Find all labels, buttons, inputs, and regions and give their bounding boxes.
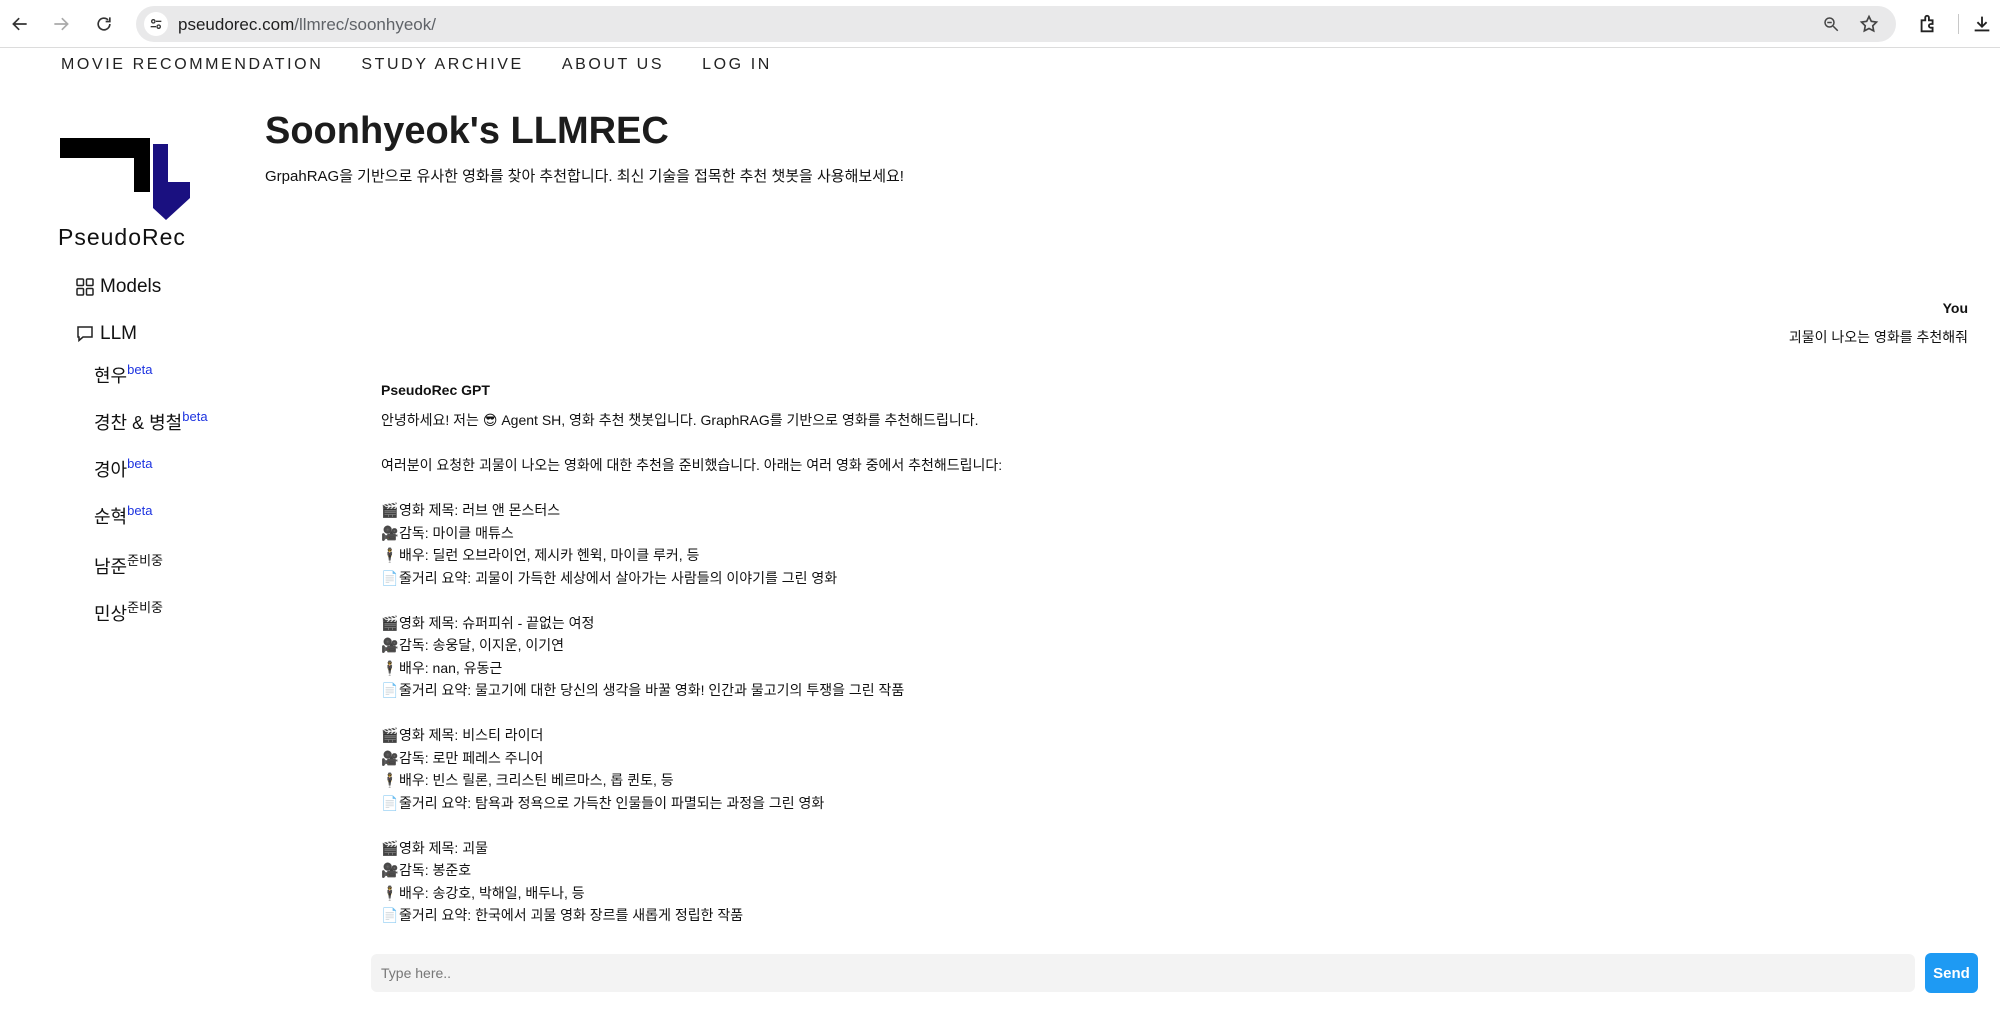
send-button[interactable]: Send xyxy=(1925,953,1978,993)
movie-camera-icon: 🎥 xyxy=(381,524,399,541)
extensions-icon[interactable] xyxy=(1912,8,1944,40)
sidebar-subitem-hyeonwoo[interactable]: 현우beta xyxy=(94,362,152,388)
brand-name[interactable]: PseudoRec xyxy=(58,224,186,251)
nav-about-us[interactable]: ABOUT US xyxy=(562,56,664,74)
movie-summary: 줄거리 요약: 물고기에 대한 당신의 생각을 바꿀 영화! 인간과 물고기의 … xyxy=(399,682,905,698)
person-icon: 🕴 xyxy=(381,659,399,676)
download-icon[interactable] xyxy=(1966,8,1998,40)
bot-intro-text: Agent SH, 영화 추천 챗봇입니다. GraphRAG를 기반으로 영화… xyxy=(497,412,979,428)
clapperboard-icon: 🎬 xyxy=(381,614,399,631)
back-icon[interactable] xyxy=(4,8,36,40)
nav-log-in[interactable]: LOG IN xyxy=(702,56,772,74)
sidebar-item-label: LLM xyxy=(100,323,137,344)
clapperboard-icon: 🎬 xyxy=(381,502,399,518)
sidebar-subitem-gyeonga[interactable]: 경아beta xyxy=(94,456,152,482)
address-bar[interactable]: pseudorec.com/llmrec/soonhyeok/ xyxy=(136,6,1896,42)
preparing-badge: 준비중 xyxy=(127,553,164,568)
document-icon: 📄 xyxy=(381,569,399,586)
url-path: /llmrec/soonhyeok/ xyxy=(294,15,436,34)
toolbar-divider xyxy=(1958,14,1959,34)
nav-movie-recommendation[interactable]: MOVIE RECOMMENDATION xyxy=(61,56,323,74)
bot-intro: 안녕하세요! 저는 😎 Agent SH, 영화 추천 챗봇입니다. Graph… xyxy=(381,409,1002,432)
movie-director: 감독: 로만 페레스 주니어 xyxy=(399,749,544,766)
sidebar-subitem-namjun[interactable]: 남준준비중 xyxy=(94,550,163,579)
person-icon: 🕴 xyxy=(381,547,399,563)
sidebar-subitem-label: 민상 xyxy=(94,604,128,624)
movie-camera-icon: 🎥 xyxy=(381,637,399,653)
person-icon: 🕴 xyxy=(381,772,399,788)
bot-name: PseudoRec GPT xyxy=(381,382,490,398)
document-icon: 📄 xyxy=(381,794,399,811)
movie-director: 감독: 송웅달, 이지운, 이기연 xyxy=(399,637,565,653)
movie-summary: 줄거리 요약: 탐욕과 정욕으로 가득찬 인물들이 파멸되는 과정을 그린 영화 xyxy=(399,794,825,811)
sunglasses-emoji: 😎 xyxy=(482,412,498,428)
movie-camera-icon: 🎥 xyxy=(381,862,399,878)
pseudorec-logo[interactable] xyxy=(60,138,190,220)
reload-icon[interactable] xyxy=(88,8,120,40)
sidebar-subitem-soonhyeok[interactable]: 순혁beta xyxy=(94,503,152,529)
nav-study-archive[interactable]: STUDY ARCHIVE xyxy=(361,56,523,74)
site-settings-icon[interactable] xyxy=(144,12,168,36)
clapperboard-icon: 🎬 xyxy=(381,839,399,856)
chat-input[interactable] xyxy=(371,954,1915,992)
sidebar-subitem-minsang[interactable]: 민상준비중 xyxy=(94,597,163,626)
top-nav: MOVIE RECOMMENDATION STUDY ARCHIVE ABOUT… xyxy=(61,56,772,74)
sidebar-item-models[interactable]: Models xyxy=(76,276,161,298)
clapperboard-icon: 🎬 xyxy=(381,727,399,743)
document-icon: 📄 xyxy=(381,682,399,698)
bot-intro-text: 안녕하세요! 저는 xyxy=(381,412,483,428)
movie-summary: 줄거리 요약: 한국에서 괴물 영화 장르를 새롭게 정립한 작품 xyxy=(399,907,744,923)
sidebar-subitem-label: 순혁 xyxy=(94,507,128,527)
beta-badge: beta xyxy=(127,503,153,518)
sidebar-subitem-label: 경찬 & 병철 xyxy=(94,413,183,433)
movie-director: 감독: 마이클 매튜스 xyxy=(399,524,514,541)
movie-director: 감독: 봉준호 xyxy=(399,862,472,878)
movie-title: 영화 제목: 괴물 xyxy=(399,839,488,856)
movie-camera-icon: 🎥 xyxy=(381,749,399,766)
chat-bubble-icon xyxy=(77,326,93,343)
movie-cast: 배우: 딜런 오브라이언, 제시카 헨윅, 마이클 루커, 등 xyxy=(399,547,700,563)
bot-message: 안녕하세요! 저는 😎 Agent SH, 영화 추천 챗봇입니다. Graph… xyxy=(381,409,1002,949)
beta-badge: beta xyxy=(127,456,153,471)
url-domain: pseudorec.com xyxy=(178,15,295,34)
sidebar-subitem-label: 남준 xyxy=(94,557,128,577)
movie-recommendation: 🎬영화 제목: 슈퍼피쉬 - 끝없는 여정 🎥감독: 송웅달, 이지운, 이기연… xyxy=(381,612,1002,702)
movie-title: 영화 제목: 비스티 라이더 xyxy=(399,727,544,743)
movie-cast: 배우: 빈스 릴론, 크리스틴 베르마스, 롭 퀸토, 등 xyxy=(399,772,674,788)
movie-cast: 배우: 송강호, 박해일, 배두나, 등 xyxy=(399,884,585,901)
movie-summary: 줄거리 요약: 괴물이 가득한 세상에서 살아가는 사람들의 이야기를 그린 영… xyxy=(399,569,838,586)
movie-title: 영화 제목: 슈퍼피쉬 - 끝없는 여정 xyxy=(399,614,595,631)
sidebar-item-label: Models xyxy=(100,276,162,297)
user-name: You xyxy=(1942,300,1968,316)
page-title: Soonhyeok's LLMREC xyxy=(265,110,669,152)
sidebar-subitem-label: 경아 xyxy=(94,460,128,480)
movie-cast: 배우: nan, 유동근 xyxy=(399,659,503,676)
page-description: GrpahRAG을 기반으로 유사한 영화를 찾아 추천합니다. 최신 기술을 … xyxy=(265,168,904,185)
document-icon: 📄 xyxy=(381,907,399,923)
movie-title: 영화 제목: 러브 앤 몬스터스 xyxy=(399,502,561,518)
movie-recommendation: 🎬영화 제목: 비스티 라이더 🎥감독: 로만 페레스 주니어 🕴배우: 빈스 … xyxy=(381,724,1002,814)
url-text[interactable]: pseudorec.com/llmrec/soonhyeok/ xyxy=(178,15,436,35)
preparing-badge: 준비중 xyxy=(127,600,164,615)
movie-recommendation: 🎬영화 제목: 러브 앤 몬스터스 🎥감독: 마이클 매튜스 🕴배우: 딜런 오… xyxy=(381,499,1002,589)
movie-recommendation: 🎬영화 제목: 괴물 🎥감독: 봉준호 🕴배우: 송강호, 박해일, 배두나, … xyxy=(381,837,1002,927)
user-message: 괴물이 나오는 영화를 추천해줘 xyxy=(1788,329,1968,345)
beta-badge: beta xyxy=(127,362,153,377)
forward-icon[interactable] xyxy=(45,8,77,40)
zoom-icon[interactable] xyxy=(1819,12,1843,36)
bookmark-star-icon[interactable] xyxy=(1857,12,1881,36)
bot-lead: 여러분이 요청한 괴물이 나오는 영화에 대한 추천을 준비했습니다. 아래는 … xyxy=(381,457,1003,473)
sidebar-subitem-label: 현우 xyxy=(94,366,128,386)
person-icon: 🕴 xyxy=(381,884,399,901)
browser-toolbar: pseudorec.com/llmrec/soonhyeok/ xyxy=(0,0,2000,48)
beta-badge: beta xyxy=(182,409,208,424)
sidebar-subitem-gyeongchan-byeongcheol[interactable]: 경찬 & 병철beta xyxy=(94,409,208,435)
grid-icon xyxy=(76,278,94,296)
sidebar-item-llm[interactable]: LLM xyxy=(76,323,137,345)
